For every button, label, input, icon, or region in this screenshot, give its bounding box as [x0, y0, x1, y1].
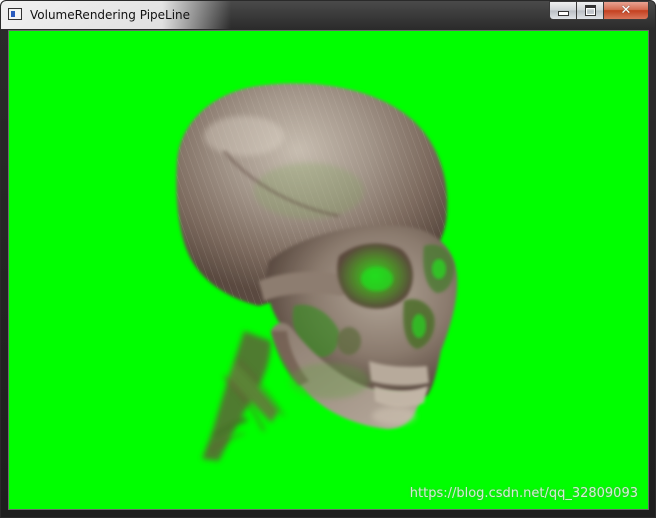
- app-window: VolumeRendering PipeLine ✕ https://blog.…: [0, 0, 656, 518]
- minimize-icon: [557, 11, 569, 16]
- skull: [176, 83, 458, 429]
- maximize-button[interactable]: [576, 1, 603, 20]
- title-bar[interactable]: VolumeRendering PipeLine ✕: [1, 1, 655, 29]
- window-title: VolumeRendering PipeLine: [30, 8, 191, 22]
- application-icon[interactable]: [8, 8, 22, 20]
- render-viewport[interactable]: https://blog.csdn.net/qq_32809093: [8, 30, 649, 510]
- maximize-icon: [584, 5, 596, 16]
- close-icon: ✕: [620, 3, 632, 18]
- close-button[interactable]: ✕: [603, 1, 649, 20]
- volume-render-canvas[interactable]: [9, 31, 649, 510]
- minimize-button[interactable]: [549, 1, 576, 20]
- watermark-text: https://blog.csdn.net/qq_32809093: [409, 486, 638, 501]
- caption-buttons: ✕: [549, 1, 649, 21]
